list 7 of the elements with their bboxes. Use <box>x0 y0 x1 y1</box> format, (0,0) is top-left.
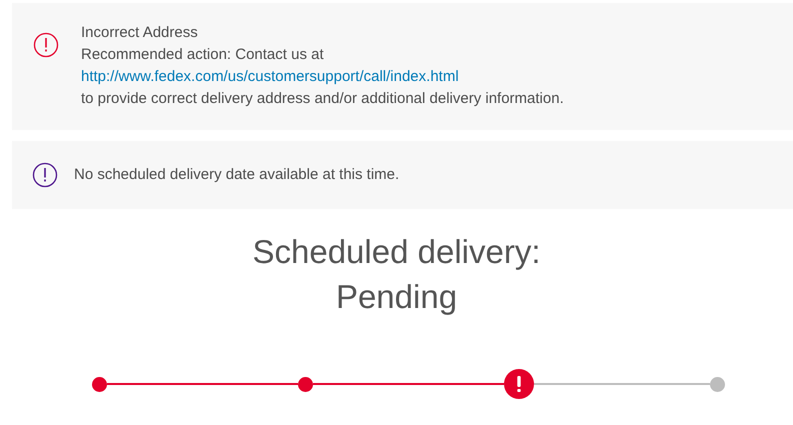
alert-text: Recommended action: Contact us at <box>81 45 325 65</box>
alert-text: No scheduled delivery date available at this time. <box>74 165 400 185</box>
alert-title: Incorrect Address <box>81 23 199 43</box>
support-link[interactable]: http://www.fedex.com/us/customersupport/call/index.html <box>81 66 564 88</box>
alert-text: to provide correct delivery address and/or additional delivery information. <box>81 89 564 109</box>
scheduled-delivery-label: Scheduled delivery: <box>252 232 540 272</box>
scheduled-delivery-value: Pending <box>336 277 458 317</box>
